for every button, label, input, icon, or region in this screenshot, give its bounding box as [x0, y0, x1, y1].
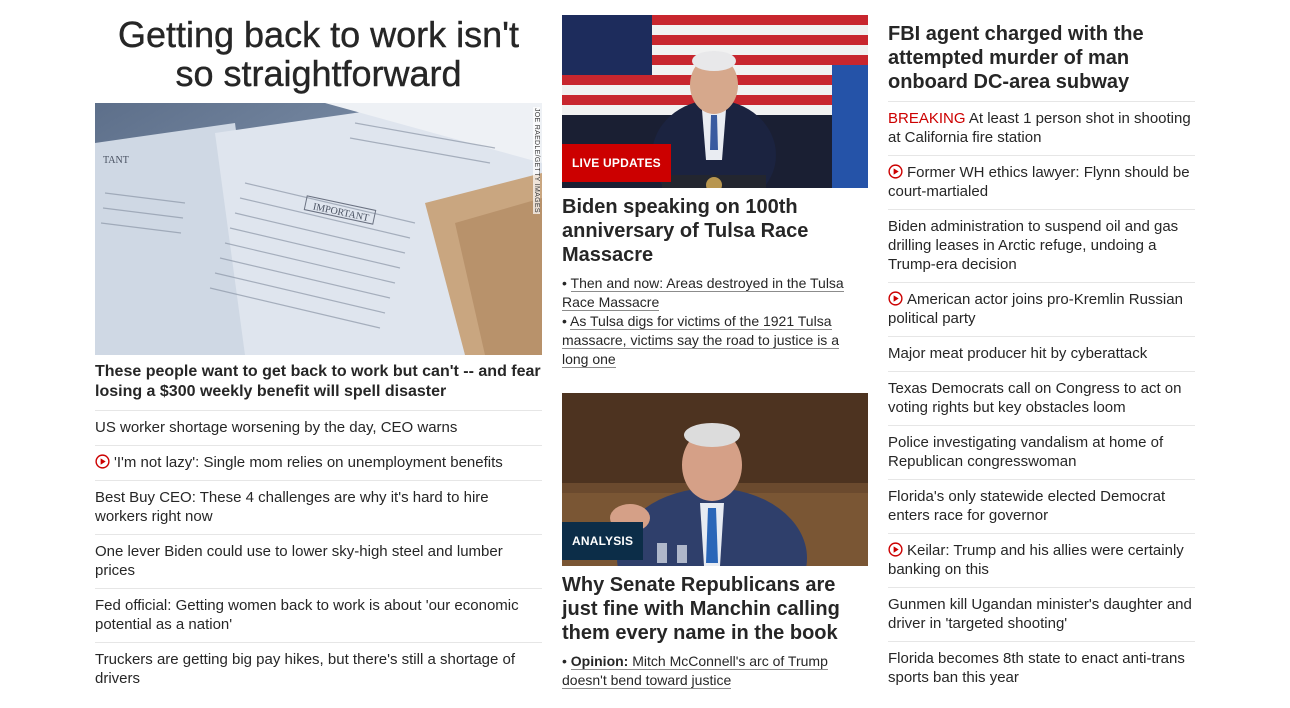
- list-item-text: Truckers are getting big pay hikes, but …: [95, 651, 516, 687]
- list-item-text: Florida becomes 8th state to enact anti-…: [888, 650, 1185, 686]
- right-column: FBI agent charged with the attempted mur…: [888, 0, 1195, 695]
- list-item-text: Fed official: Getting women back to work…: [95, 597, 519, 633]
- live-updates-label: LIVE UPDATES: [562, 144, 671, 182]
- list-item-text: Former WH ethics lawyer: Flynn should be…: [888, 164, 1190, 200]
- list-item[interactable]: Best Buy CEO: These 4 challenges are why…: [95, 480, 542, 534]
- hero-headline[interactable]: These people want to get back to work bu…: [95, 362, 542, 410]
- lead-headline[interactable]: FBI agent charged with the attempted mur…: [888, 22, 1195, 101]
- list-item[interactable]: American actor joins pro-Kremlin Russian…: [888, 282, 1195, 336]
- list-item-text: Keilar: Trump and his allies were certai…: [888, 542, 1184, 578]
- middle-column: LIVE UPDATES Biden speaking on 100th ann…: [562, 0, 868, 690]
- analysis-label: ANALYSIS: [562, 522, 644, 560]
- play-circle-icon: [888, 164, 903, 179]
- list-item-text: 'I'm not lazy': Single mom relies on une…: [114, 454, 503, 471]
- list-item[interactable]: Major meat producer hit by cyberattack: [888, 336, 1195, 371]
- list-item[interactable]: Fed official: Getting women back to work…: [95, 588, 542, 642]
- list-item[interactable]: Truckers are getting big pay hikes, but …: [95, 642, 542, 696]
- left-column: Getting back to work isn't so straightfo…: [95, 0, 542, 696]
- list-item-text: Best Buy CEO: These 4 challenges are why…: [95, 489, 489, 525]
- play-circle-icon: [888, 542, 903, 557]
- related-link-text: As Tulsa digs for victims of the 1921 Tu…: [562, 313, 839, 368]
- breaking-label: BREAKING: [888, 110, 966, 127]
- story-headline[interactable]: Biden speaking on 100th anniversary of T…: [562, 195, 868, 267]
- left-story-list: US worker shortage worsening by the day,…: [95, 410, 542, 696]
- play-circle-icon: [95, 454, 110, 469]
- list-item-text: Major meat producer hit by cyberattack: [888, 345, 1148, 362]
- story-headline[interactable]: Why Senate Republicans are just fine wit…: [562, 573, 868, 645]
- list-item[interactable]: BREAKING At least 1 person shot in shoot…: [888, 102, 1195, 155]
- list-item[interactable]: US worker shortage worsening by the day,…: [95, 411, 542, 445]
- list-item[interactable]: Texas Democrats call on Congress to act …: [888, 371, 1195, 425]
- list-item[interactable]: Florida becomes 8th state to enact anti-…: [888, 641, 1195, 695]
- list-item-text: One lever Biden could use to lower sky-h…: [95, 543, 503, 579]
- list-item-text: American actor joins pro-Kremlin Russian…: [888, 291, 1183, 327]
- play-circle-icon: [888, 291, 903, 306]
- story-block-biden: LIVE UPDATES Biden speaking on 100th ann…: [562, 15, 868, 369]
- section-title[interactable]: Getting back to work isn't so straightfo…: [95, 15, 542, 103]
- list-item-text: Gunmen kill Ugandan minister's daughter …: [888, 596, 1192, 632]
- list-item-text: Police investigating vandalism at home o…: [888, 434, 1164, 470]
- manchin-image[interactable]: ANALYSIS: [562, 393, 868, 566]
- list-item-text: Biden administration to suspend oil and …: [888, 218, 1179, 273]
- hero-image[interactable]: IMPORTANT TANT JOE RAEDLE/GETTY IMAGES: [95, 103, 542, 355]
- list-item[interactable]: Keilar: Trump and his allies were certai…: [888, 533, 1195, 587]
- list-item[interactable]: One lever Biden could use to lower sky-h…: [95, 534, 542, 588]
- related-link[interactable]: • As Tulsa digs for victims of the 1921 …: [562, 312, 868, 369]
- related-links: • Then and now: Areas destroyed in the T…: [562, 274, 868, 369]
- unemployment-forms-photo: IMPORTANT TANT: [95, 103, 542, 355]
- related-link[interactable]: • Then and now: Areas destroyed in the T…: [562, 274, 868, 312]
- list-item-text: Texas Democrats call on Congress to act …: [888, 380, 1182, 416]
- list-item[interactable]: Biden administration to suspend oil and …: [888, 209, 1195, 282]
- opinion-label: Opinion:: [570, 653, 629, 669]
- related-links: • Opinion: Mitch McConnell's arc of Trum…: [562, 652, 868, 690]
- list-item[interactable]: Police investigating vandalism at home o…: [888, 425, 1195, 479]
- story-block-manchin: ANALYSIS Why Senate Republicans are just…: [562, 393, 868, 690]
- biden-image[interactable]: LIVE UPDATES: [562, 15, 868, 188]
- svg-text:TANT: TANT: [103, 155, 129, 166]
- list-item[interactable]: Former WH ethics lawyer: Flynn should be…: [888, 155, 1195, 209]
- list-item[interactable]: Florida's only statewide elected Democra…: [888, 479, 1195, 533]
- related-link[interactable]: • Opinion: Mitch McConnell's arc of Trum…: [562, 652, 868, 690]
- list-item[interactable]: 'I'm not lazy': Single mom relies on une…: [95, 445, 542, 480]
- list-item-text: Florida's only statewide elected Democra…: [888, 488, 1166, 524]
- image-credit: JOE RAEDLE/GETTY IMAGES: [533, 107, 540, 214]
- list-item[interactable]: Gunmen kill Ugandan minister's daughter …: [888, 587, 1195, 641]
- list-item-text: US worker shortage worsening by the day,…: [95, 419, 458, 436]
- related-link-text: Then and now: Areas destroyed in the Tul…: [562, 275, 844, 311]
- right-story-list: BREAKING At least 1 person shot in shoot…: [888, 101, 1195, 695]
